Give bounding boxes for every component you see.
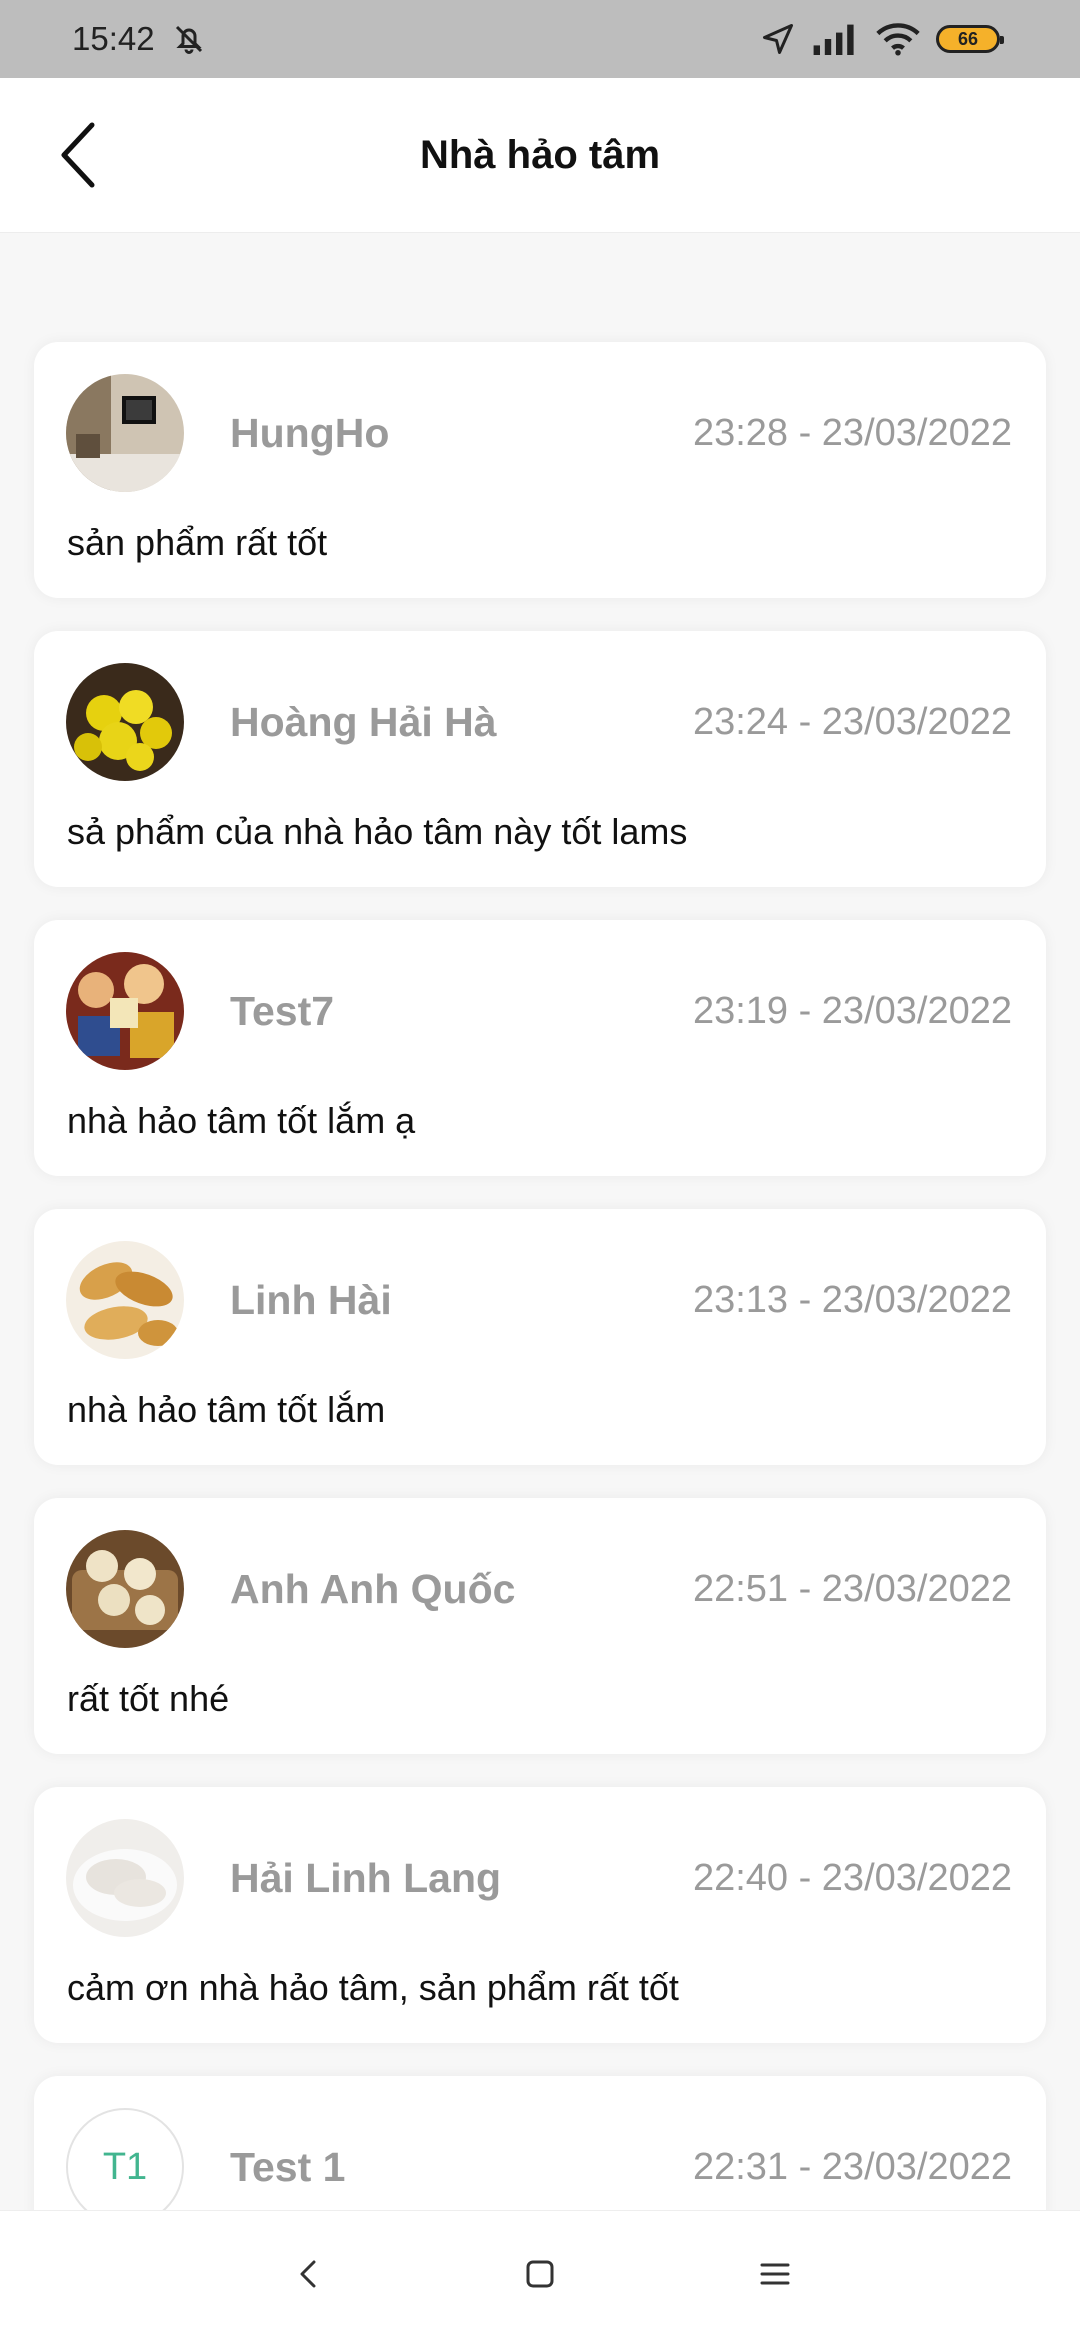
comment-list: HungHo 23:28 - 23/03/2022 sản phẩm rất t… xyxy=(34,342,1046,2210)
rice-avatar-icon xyxy=(66,1819,184,1937)
avatar[interactable] xyxy=(66,374,184,492)
nav-home-button[interactable] xyxy=(505,2239,575,2309)
timestamp: 22:51 - 23/03/2022 xyxy=(692,1567,1012,1610)
navigation-bar xyxy=(0,2210,1080,2341)
wifi-icon xyxy=(876,23,920,56)
timestamp: 23:19 - 23/03/2022 xyxy=(692,989,1012,1032)
comment-card: Test7 23:19 - 23/03/2022 nhà hảo tâm tốt… xyxy=(34,920,1046,1176)
signal-icon xyxy=(813,24,854,55)
comment-header: Hoàng Hải Hà 23:24 - 23/03/2022 xyxy=(66,663,1012,781)
avatar[interactable] xyxy=(66,952,184,1070)
app-header: Nhà hảo tâm xyxy=(0,78,1080,233)
comment-text: sả phẩm của nhà hảo tâm này tốt lams xyxy=(67,811,688,852)
status-left: 15:42 xyxy=(72,20,207,58)
back-button[interactable] xyxy=(46,120,110,190)
comment-card: Hải Linh Lang 22:40 - 23/03/2022 cảm ơn … xyxy=(34,1787,1046,2043)
comment-header: HungHo 23:28 - 23/03/2022 xyxy=(66,374,1012,492)
comment-card: HungHo 23:28 - 23/03/2022 sản phẩm rất t… xyxy=(34,342,1046,598)
avatar-initials[interactable]: T1 xyxy=(66,2108,184,2210)
comment-text: sản phẩm rất tốt xyxy=(67,522,328,563)
user-name: Anh Anh Quốc xyxy=(230,1565,516,1612)
avatar[interactable] xyxy=(66,1819,184,1937)
comment-header: Linh Hài 23:13 - 23/03/2022 xyxy=(66,1241,1012,1359)
timestamp: 23:24 - 23/03/2022 xyxy=(692,700,1012,743)
back-nav-icon xyxy=(300,2260,316,2288)
clock: 15:42 xyxy=(72,20,155,57)
timestamp: 23:28 - 23/03/2022 xyxy=(692,411,1012,454)
user-name: Test7 xyxy=(230,987,335,1034)
user-name: Linh Hài xyxy=(230,1276,392,1323)
home-nav-icon xyxy=(526,2260,554,2288)
location-arrow-icon xyxy=(763,24,793,54)
timestamp: 22:40 - 23/03/2022 xyxy=(692,1856,1012,1899)
timestamp: 22:31 - 23/03/2022 xyxy=(692,2145,1012,2188)
user-name: Hải Linh Lang xyxy=(230,1854,502,1901)
user-name: Hoàng Hải Hà xyxy=(230,698,497,745)
comment-text: cảm ơn nhà hảo tâm, sản phẩm rất tốt xyxy=(67,1967,679,2008)
room-photo-avatar-icon xyxy=(66,374,184,492)
chevron-left-icon xyxy=(61,122,95,188)
comment-list-container[interactable]: HungHo 23:28 - 23/03/2022 sản phẩm rất t… xyxy=(0,232,1080,2210)
comment-card: Linh Hài 23:13 - 23/03/2022 nhà hảo tâm … xyxy=(34,1209,1046,1465)
avatar[interactable] xyxy=(66,1530,184,1648)
comment-header: T1 Test 1 22:31 - 23/03/2022 xyxy=(66,2108,1012,2210)
nav-recent-button[interactable] xyxy=(740,2239,810,2309)
comment-text: rất tốt nhé xyxy=(67,1678,230,1719)
comment-text: nhà hảo tâm tốt lắm xyxy=(67,1389,386,1430)
anime-poster-avatar-icon xyxy=(66,952,184,1070)
comment-header: Test7 23:19 - 23/03/2022 xyxy=(66,952,1012,1070)
avatar[interactable] xyxy=(66,663,184,781)
nav-back-button[interactable] xyxy=(273,2239,343,2309)
battery-level: 66 xyxy=(957,28,979,49)
comment-header: Anh Anh Quốc 22:51 - 23/03/2022 xyxy=(66,1530,1012,1648)
status-bar: 15:42 66 xyxy=(0,0,1080,78)
comment-card: Anh Anh Quốc 22:51 - 23/03/2022 rất tốt … xyxy=(34,1498,1046,1754)
status-right: 66 xyxy=(760,21,1004,57)
page-title: Nhà hảo tâm xyxy=(419,132,661,177)
recent-apps-icon xyxy=(760,2263,790,2285)
bread-avatar-icon xyxy=(66,1241,184,1359)
battery-icon: 66 xyxy=(936,25,1004,53)
user-name: Test 1 xyxy=(230,2143,346,2190)
dumplings-avatar-icon xyxy=(66,1530,184,1648)
user-name: HungHo xyxy=(230,409,390,456)
comment-header: Hải Linh Lang 22:40 - 23/03/2022 xyxy=(66,1819,1012,1937)
muted-bell-icon xyxy=(175,25,202,54)
comment-card: T1 Test 1 22:31 - 23/03/2022 xyxy=(34,2076,1046,2210)
timestamp: 23:13 - 23/03/2022 xyxy=(692,1278,1012,1321)
comment-text: nhà hảo tâm tốt lắm ạ xyxy=(67,1100,416,1141)
yellow-food-avatar-icon xyxy=(66,663,184,781)
comment-card: Hoàng Hải Hà 23:24 - 23/03/2022 sả phẩm … xyxy=(34,631,1046,887)
avatar[interactable] xyxy=(66,1241,184,1359)
